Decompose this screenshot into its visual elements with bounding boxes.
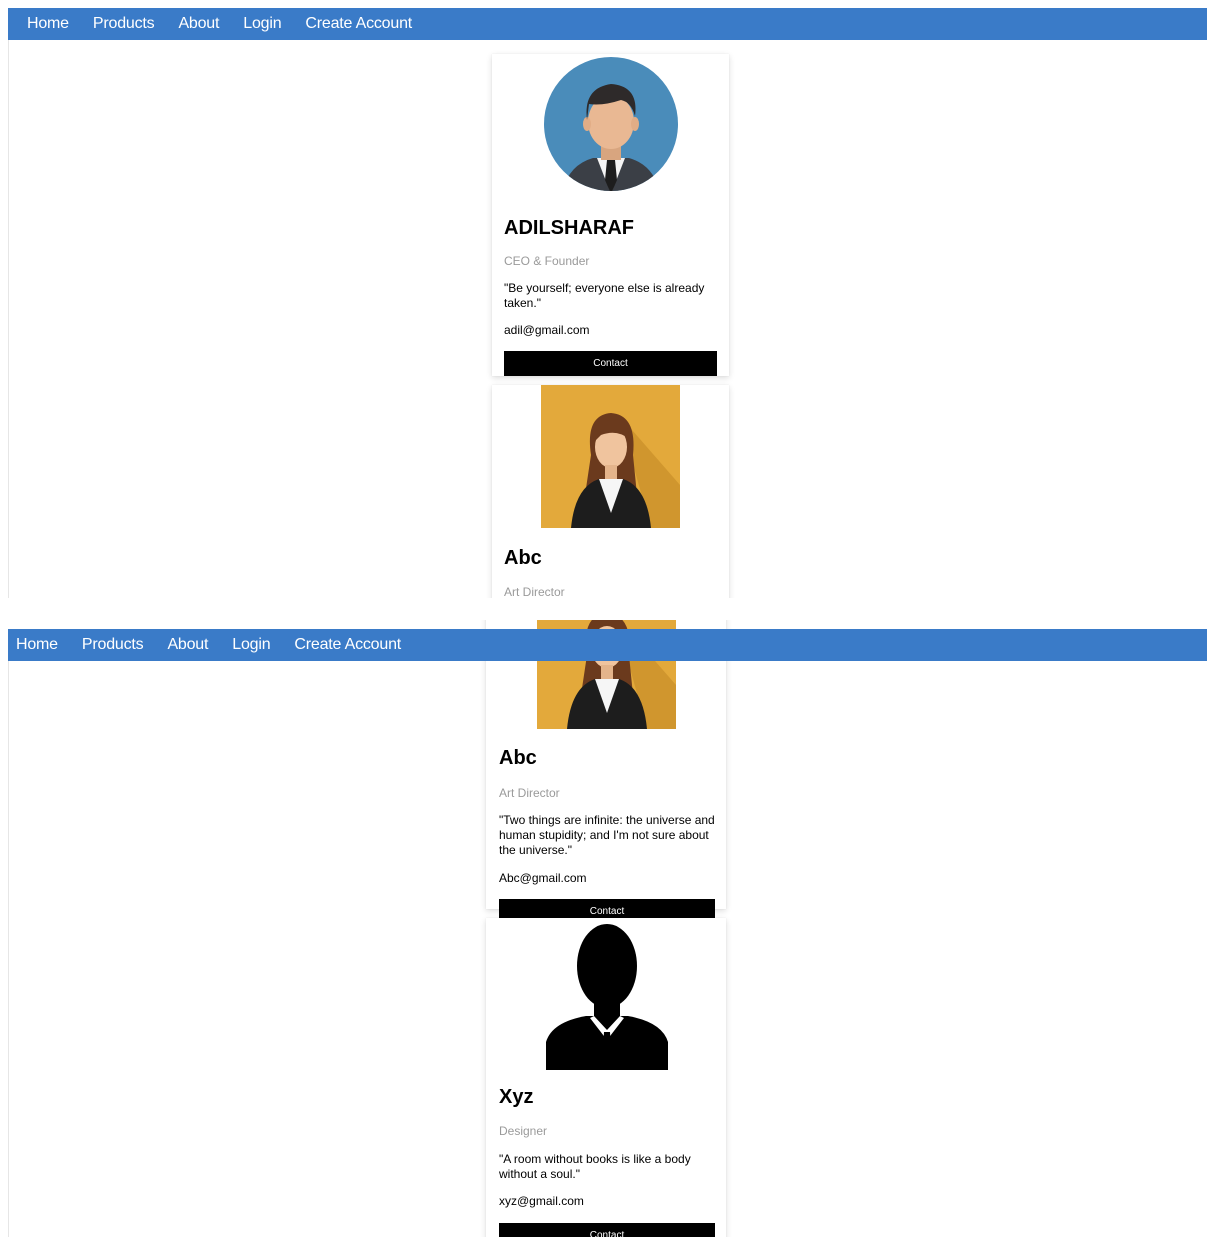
- nav-home[interactable]: Home: [8, 629, 70, 661]
- team-card: Abc Art Director: [492, 385, 729, 598]
- member-name: Xyz: [499, 1086, 534, 1108]
- silhouette-avatar-icon: [546, 918, 668, 1070]
- page-edge: [8, 661, 9, 1237]
- nav-home[interactable]: Home: [8, 8, 81, 40]
- nav-login[interactable]: Login: [231, 8, 293, 40]
- contact-button[interactable]: Contact: [504, 351, 717, 376]
- screenshot-top: Home Products About Login Create Account: [0, 0, 1207, 598]
- team-card: ADILSHARAF CEO & Founder "Be yourself; e…: [492, 54, 729, 376]
- team-card: Xyz Designer "A room without books is li…: [486, 918, 726, 1237]
- page-edge: [8, 40, 9, 598]
- member-quote: "Two things are infinite: the universe a…: [499, 813, 715, 857]
- member-title: Art Director: [499, 786, 560, 800]
- member-quote: "A room without books is like a body wit…: [499, 1152, 691, 1181]
- team-card: Abc Art Director "Two things are infinit…: [486, 620, 726, 924]
- nav-create-account[interactable]: Create Account: [282, 629, 413, 661]
- member-email: Abc@gmail.com: [499, 871, 587, 885]
- nav-products[interactable]: Products: [81, 8, 167, 40]
- nav-about[interactable]: About: [155, 629, 220, 661]
- nav-create-account[interactable]: Create Account: [293, 8, 424, 40]
- member-title: Art Director: [504, 585, 565, 598]
- screenshot-bottom: Abc Art Director "Two things are infinit…: [0, 620, 1207, 1237]
- member-email: adil@gmail.com: [504, 323, 590, 337]
- nav-login[interactable]: Login: [220, 629, 282, 661]
- contact-button[interactable]: Contact: [499, 1223, 715, 1237]
- member-email: xyz@gmail.com: [499, 1194, 584, 1208]
- navbar: Home Products About Login Create Account: [8, 8, 1207, 40]
- navbar: Home Products About Login Create Account: [8, 629, 1207, 661]
- member-title: CEO & Founder: [504, 254, 590, 268]
- member-quote: "Be yourself; everyone else is already t…: [504, 281, 705, 310]
- member-title: Designer: [499, 1124, 548, 1138]
- screenshot-divider: [0, 598, 1207, 620]
- nav-about[interactable]: About: [166, 8, 231, 40]
- man-in-suit-avatar-icon: [543, 54, 679, 200]
- woman-avatar-icon: [541, 385, 680, 528]
- member-name: ADILSHARAF: [504, 217, 634, 239]
- nav-products[interactable]: Products: [70, 629, 156, 661]
- member-name: Abc: [504, 547, 542, 569]
- member-name: Abc: [499, 747, 537, 769]
